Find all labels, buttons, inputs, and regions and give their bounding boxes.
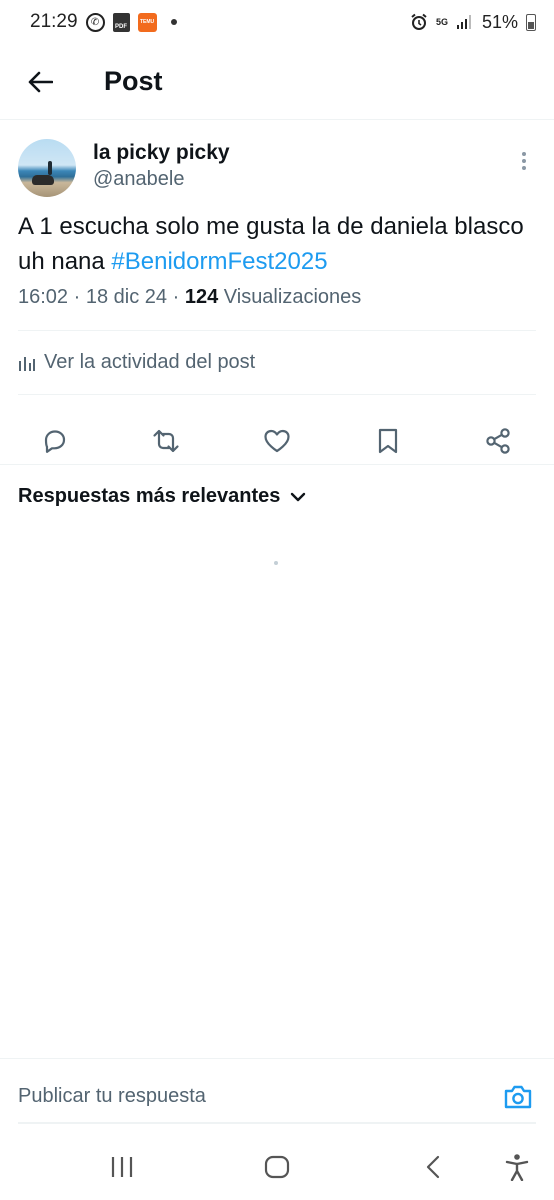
temu-label: TEMU bbox=[139, 19, 155, 25]
more-dot-icon bbox=[522, 166, 526, 170]
activity-label: Ver la actividad del post bbox=[44, 351, 256, 373]
replies-sort-label: Respuestas más relevantes bbox=[18, 485, 281, 507]
post-time[interactable]: 16:02 bbox=[18, 286, 68, 308]
battery-icon bbox=[526, 13, 536, 31]
arrow-left-icon bbox=[28, 71, 53, 92]
author-handle[interactable]: @anabele bbox=[93, 168, 184, 191]
full-divider bbox=[0, 464, 554, 465]
back-button[interactable] bbox=[18, 60, 62, 104]
share-button[interactable] bbox=[474, 417, 522, 465]
top-app-bar: Post bbox=[0, 44, 554, 120]
meta-separator: · bbox=[73, 286, 81, 308]
page-title: Post bbox=[104, 66, 163, 96]
temu-icon: TEMU bbox=[137, 12, 157, 32]
camera-button[interactable] bbox=[500, 1079, 536, 1115]
divider bbox=[18, 394, 536, 395]
more-dot-icon bbox=[522, 152, 526, 156]
reply-underline bbox=[18, 1122, 536, 1124]
post-text: A 1 escucha solo me gusta la de daniela … bbox=[18, 209, 528, 279]
reply-composer: Publicar tu respuesta bbox=[0, 1058, 554, 1126]
status-left: 21:29 ✆ PDF TEMU bbox=[30, 11, 177, 33]
views-count: 124 bbox=[184, 286, 219, 308]
bookmark-icon bbox=[378, 428, 398, 454]
post-actions bbox=[0, 415, 554, 467]
repost-button[interactable] bbox=[142, 417, 190, 465]
bookmark-button[interactable] bbox=[364, 417, 412, 465]
post-activity-link[interactable]: Ver la actividad del post bbox=[18, 351, 255, 374]
avatar-figure bbox=[48, 161, 52, 175]
more-dot-icon bbox=[522, 159, 526, 163]
status-time: 21:29 bbox=[30, 11, 78, 32]
pdf-icon: PDF bbox=[112, 12, 130, 32]
views-label: Visualizaciones bbox=[223, 286, 362, 308]
author-name[interactable]: la picky picky bbox=[93, 141, 230, 165]
like-button[interactable] bbox=[253, 417, 301, 465]
chevron-down-icon bbox=[291, 492, 306, 501]
more-options-button[interactable] bbox=[512, 149, 536, 173]
home-button[interactable] bbox=[260, 1150, 294, 1184]
back-icon bbox=[426, 1155, 440, 1179]
post-date[interactable]: 18 dic 24 bbox=[86, 286, 167, 308]
accessibility-icon bbox=[505, 1154, 529, 1181]
status-right: 5G 51% bbox=[410, 12, 536, 33]
signal-icon bbox=[456, 14, 474, 30]
reply-button[interactable] bbox=[31, 417, 79, 465]
recent-apps-icon bbox=[111, 1157, 133, 1177]
avatar[interactable] bbox=[18, 139, 76, 197]
reply-input[interactable]: Publicar tu respuesta bbox=[18, 1085, 206, 1108]
nav-back-button[interactable] bbox=[416, 1150, 450, 1184]
loading-indicator bbox=[274, 561, 278, 565]
analytics-icon bbox=[19, 356, 35, 371]
network-type-label: 5G bbox=[435, 17, 448, 27]
avatar-rock bbox=[32, 175, 54, 185]
system-nav-bar bbox=[0, 1130, 554, 1200]
replies-sort-dropdown[interactable]: Respuestas más relevantes bbox=[18, 485, 306, 508]
notification-dot-icon bbox=[170, 19, 177, 25]
divider bbox=[18, 330, 536, 331]
hashtag-link[interactable]: #BenidormFest2025 bbox=[111, 248, 327, 275]
battery-percentage: 51% bbox=[481, 11, 518, 32]
alarm-icon bbox=[410, 13, 428, 31]
share-icon bbox=[486, 428, 510, 454]
like-icon bbox=[264, 429, 290, 453]
network-type: 5G bbox=[435, 17, 448, 27]
repost-icon bbox=[153, 429, 179, 453]
camera-icon bbox=[504, 1085, 532, 1109]
meta-separator: · bbox=[172, 286, 180, 308]
post-meta: 16:02 · 18 dic 24 · 124 Visualizaciones bbox=[18, 286, 361, 309]
recent-apps-button[interactable] bbox=[105, 1150, 139, 1184]
whatsapp-icon: ✆ bbox=[85, 12, 105, 32]
reply-icon bbox=[44, 430, 66, 453]
accessibility-button[interactable] bbox=[500, 1150, 534, 1184]
status-bar: 21:29 ✆ PDF TEMU 5G 51% bbox=[0, 0, 554, 44]
home-icon bbox=[264, 1155, 290, 1179]
